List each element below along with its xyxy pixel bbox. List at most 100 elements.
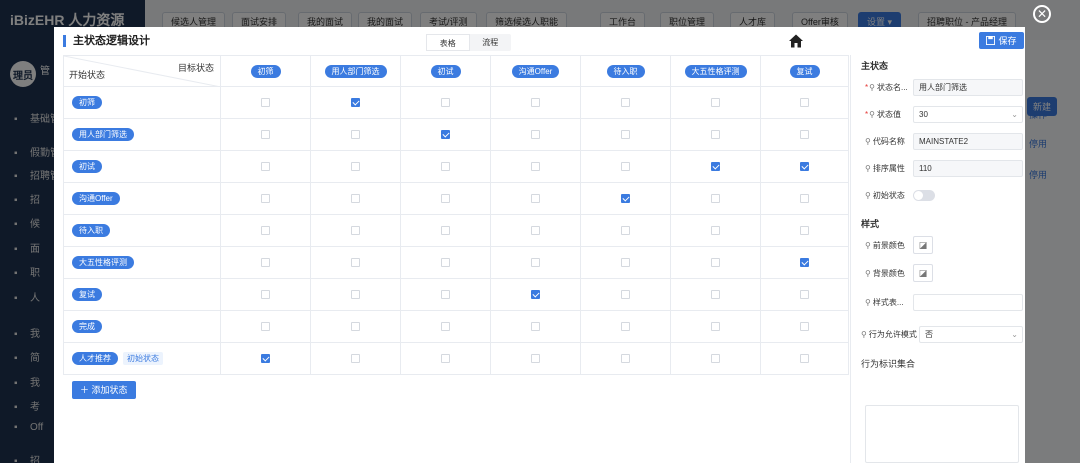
- transition-checkbox[interactable]: [351, 257, 360, 267]
- transition-checkbox[interactable]: [621, 225, 630, 235]
- behavior-mode-select[interactable]: 否 ⌄: [919, 325, 1023, 343]
- source-state-tag[interactable]: 初筛: [72, 96, 102, 109]
- source-state-tag[interactable]: 完成: [72, 320, 102, 333]
- transition-checkbox[interactable]: [531, 129, 540, 139]
- transition-checkbox[interactable]: [800, 257, 809, 267]
- close-icon[interactable]: ✕: [1033, 5, 1051, 23]
- transition-cell: [400, 182, 491, 215]
- transition-checkbox[interactable]: [351, 321, 360, 331]
- initial-state-toggle[interactable]: [913, 189, 935, 201]
- transition-checkbox[interactable]: [261, 321, 270, 331]
- transition-checkbox[interactable]: [351, 161, 360, 171]
- state-value-select[interactable]: 30 ⌄: [913, 105, 1023, 123]
- transition-checkbox[interactable]: [351, 129, 360, 139]
- transition-checkbox[interactable]: [441, 193, 450, 203]
- transition-checkbox[interactable]: [531, 321, 540, 331]
- behavior-mode-label: ⚲ 行为允许模式: [861, 329, 917, 339]
- target-state-tag[interactable]: 沟通Offer: [511, 64, 560, 78]
- fg-color-picker[interactable]: ◪: [913, 236, 933, 254]
- transition-checkbox[interactable]: [351, 353, 360, 363]
- transition-checkbox[interactable]: [441, 225, 450, 235]
- source-state-tag[interactable]: 用人部门筛选: [72, 128, 134, 141]
- home-icon[interactable]: [788, 33, 804, 49]
- transition-checkbox[interactable]: [800, 225, 809, 235]
- transition-checkbox[interactable]: [621, 321, 630, 331]
- save-button[interactable]: 保存: [979, 32, 1024, 49]
- transition-checkbox[interactable]: [261, 353, 270, 363]
- transition-checkbox[interactable]: [351, 225, 360, 235]
- target-state-tag[interactable]: 复试: [789, 64, 820, 78]
- transition-checkbox[interactable]: [441, 161, 450, 171]
- transition-checkbox[interactable]: [711, 321, 720, 331]
- transition-checkbox[interactable]: [531, 97, 540, 107]
- transition-checkbox[interactable]: [261, 289, 270, 299]
- transition-checkbox[interactable]: [441, 321, 450, 331]
- transition-checkbox[interactable]: [621, 161, 630, 171]
- transition-checkbox[interactable]: [800, 289, 809, 299]
- transition-checkbox[interactable]: [261, 129, 270, 139]
- transition-checkbox[interactable]: [441, 353, 450, 363]
- target-state-tag[interactable]: 大五性格评测: [684, 64, 747, 78]
- transition-checkbox[interactable]: [711, 161, 720, 171]
- transition-checkbox[interactable]: [351, 193, 360, 203]
- transition-cell: [400, 310, 491, 343]
- tab-flow[interactable]: 流程: [470, 34, 512, 51]
- transition-cell: [310, 182, 401, 215]
- transition-checkbox[interactable]: [621, 193, 630, 203]
- transition-checkbox[interactable]: [531, 353, 540, 363]
- bg-color-picker[interactable]: ◪: [913, 264, 933, 282]
- transition-checkbox[interactable]: [800, 321, 809, 331]
- transition-checkbox[interactable]: [531, 289, 540, 299]
- transition-checkbox[interactable]: [261, 193, 270, 203]
- transition-checkbox[interactable]: [261, 257, 270, 267]
- transition-checkbox[interactable]: [711, 129, 720, 139]
- transition-checkbox[interactable]: [441, 257, 450, 267]
- transition-checkbox[interactable]: [800, 129, 809, 139]
- code-name-input[interactable]: MAINSTATE2: [913, 132, 1023, 150]
- target-state-tag[interactable]: 用人部门筛选: [324, 64, 387, 78]
- transition-checkbox[interactable]: [621, 289, 630, 299]
- transition-checkbox[interactable]: [531, 193, 540, 203]
- transition-checkbox[interactable]: [800, 161, 809, 171]
- transition-checkbox[interactable]: [621, 353, 630, 363]
- order-input[interactable]: 110: [913, 159, 1023, 177]
- transition-checkbox[interactable]: [261, 225, 270, 235]
- transition-checkbox[interactable]: [711, 193, 720, 203]
- target-state-tag[interactable]: 初试: [430, 64, 461, 78]
- transition-checkbox[interactable]: [711, 97, 720, 107]
- transition-checkbox[interactable]: [531, 257, 540, 267]
- state-name-input[interactable]: 用人部门筛选: [913, 78, 1023, 96]
- transition-checkbox[interactable]: [800, 353, 809, 363]
- source-state-tag[interactable]: 初试: [72, 160, 102, 173]
- table-row: 沟通Offer: [63, 182, 849, 215]
- target-state-tag[interactable]: 待入职: [606, 64, 645, 78]
- transition-checkbox[interactable]: [621, 257, 630, 267]
- source-state-tag[interactable]: 沟通Offer: [72, 192, 120, 205]
- transition-checkbox[interactable]: [711, 225, 720, 235]
- transition-checkbox[interactable]: [621, 129, 630, 139]
- transition-checkbox[interactable]: [711, 353, 720, 363]
- transition-checkbox[interactable]: [531, 161, 540, 171]
- transition-checkbox[interactable]: [351, 289, 360, 299]
- transition-checkbox[interactable]: [621, 97, 630, 107]
- transition-checkbox[interactable]: [711, 257, 720, 267]
- transition-checkbox[interactable]: [441, 289, 450, 299]
- behavior-set-textarea[interactable]: [865, 405, 1019, 463]
- transition-checkbox[interactable]: [261, 97, 270, 107]
- source-state-tag[interactable]: 复试: [72, 288, 102, 301]
- add-state-button[interactable]: ＋ 添加状态: [72, 381, 136, 399]
- transition-checkbox[interactable]: [441, 129, 450, 139]
- transition-checkbox[interactable]: [531, 225, 540, 235]
- transition-checkbox[interactable]: [261, 161, 270, 171]
- transition-checkbox[interactable]: [711, 289, 720, 299]
- transition-checkbox[interactable]: [441, 97, 450, 107]
- source-state-tag[interactable]: 人才推荐: [72, 352, 118, 365]
- transition-checkbox[interactable]: [800, 193, 809, 203]
- transition-checkbox[interactable]: [800, 97, 809, 107]
- source-state-tag[interactable]: 大五性格评测: [72, 256, 134, 269]
- transition-checkbox[interactable]: [351, 97, 360, 107]
- style-table-input[interactable]: [913, 293, 1023, 311]
- tab-table[interactable]: 表格: [426, 34, 470, 51]
- target-state-tag[interactable]: 初筛: [250, 64, 281, 78]
- source-state-tag[interactable]: 待入职: [72, 224, 110, 237]
